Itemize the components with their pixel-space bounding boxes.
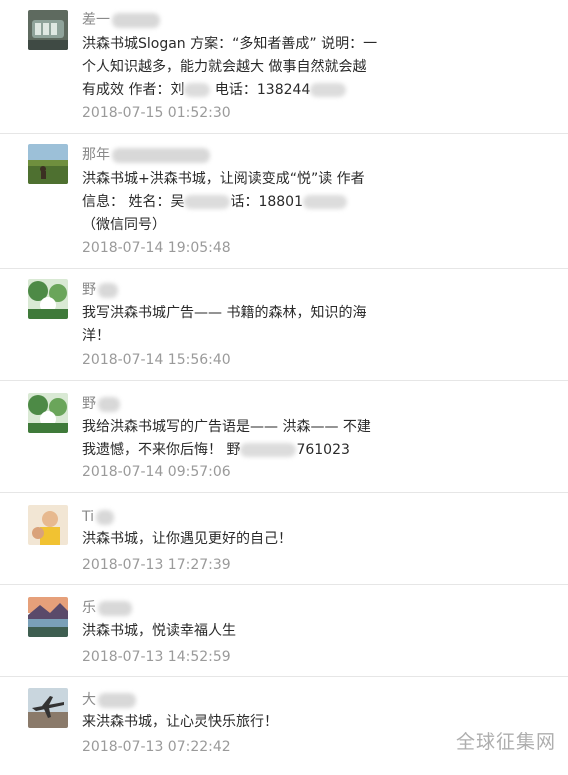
comment-timestamp: 2018-07-13 14:52:59 [82,649,231,665]
comment-text: 来洪森书城，让心灵快乐旅行！ [82,714,278,730]
comment-timestamp: 2018-07-13 07:22:42 [82,739,231,755]
comment-text: 洪森书城+洪森书城，让阅读变成“悦”读 作者信息： 姓名：吴 话：18801 （微信… [82,171,365,233]
forest-photo-icon[interactable] [28,279,68,319]
commenter-name: 野 [82,281,118,299]
comment-text: 我写洪森书城广告—— 书籍的森林，知识的海洋！ [82,305,367,344]
comment-item: 大 来洪森书城，让心灵快乐旅行！ 2018-07-13 07:22:42 [0,677,568,775]
child-photo-icon[interactable] [28,505,68,545]
commenter-name: 那年 [82,146,210,164]
commenter-name: Ti [82,508,115,526]
comment-text: 我给洪森书城写的广告语是—— 洪森—— 不建我遗憾，不来你后悔！ 野 761023 [82,419,371,458]
commenter-name: 乐 [82,599,132,617]
site-watermark: 全球征集网 [456,731,557,753]
commenter-name: 差一 [82,11,160,29]
comment-text: 洪森书城Slogan 方案：“多知者善成” 说明：一个人知识越多，能力就会越大 … [82,36,378,98]
comment-timestamp: 2018-07-15 01:52:30 [82,105,231,121]
commenter-name: 大 [82,691,136,709]
lake-photo-icon[interactable] [28,597,68,637]
comment-timestamp: 2018-07-13 17:27:39 [82,557,231,573]
comment-timestamp: 2018-07-14 09:57:06 [82,464,231,480]
comment-item: Ti 洪森书城，让你遇见更好的自己！ 2018-07-13 17:27:39 [0,493,568,585]
comment-timestamp: 2018-07-14 19:05:48 [82,240,231,256]
comment-text: 洪森书城，让你遇见更好的自己！ [82,531,292,547]
grassland-photo-icon[interactable] [28,144,68,184]
comment-timestamp: 2018-07-14 15:56:40 [82,352,231,368]
comment-item: 野 我写洪森书城广告—— 书籍的森林，知识的海洋！ 2018-07-14 15:… [0,269,568,381]
lock-photo-icon[interactable] [28,10,68,50]
comment-item: 野 我给洪森书城写的广告语是—— 洪森—— 不建我遗憾，不来你后悔！ 野 7610… [0,381,568,493]
comment-item: 差一 洪森书城Slogan 方案：“多知者善成” 说明：一个人知识越多，能力就会… [0,0,568,134]
forest-photo-icon[interactable] [28,393,68,433]
airplane-photo-icon[interactable] [28,688,68,728]
comment-item: 乐 洪森书城，悦读幸福人生 2018-07-13 14:52:59 [0,585,568,677]
comment-text: 洪森书城，悦读幸福人生 [82,623,236,639]
commenter-name: 野 [82,395,120,413]
comment-item: 那年 洪森书城+洪森书城，让阅读变成“悦”读 作者信息： 姓名：吴 话：18801… [0,134,568,269]
